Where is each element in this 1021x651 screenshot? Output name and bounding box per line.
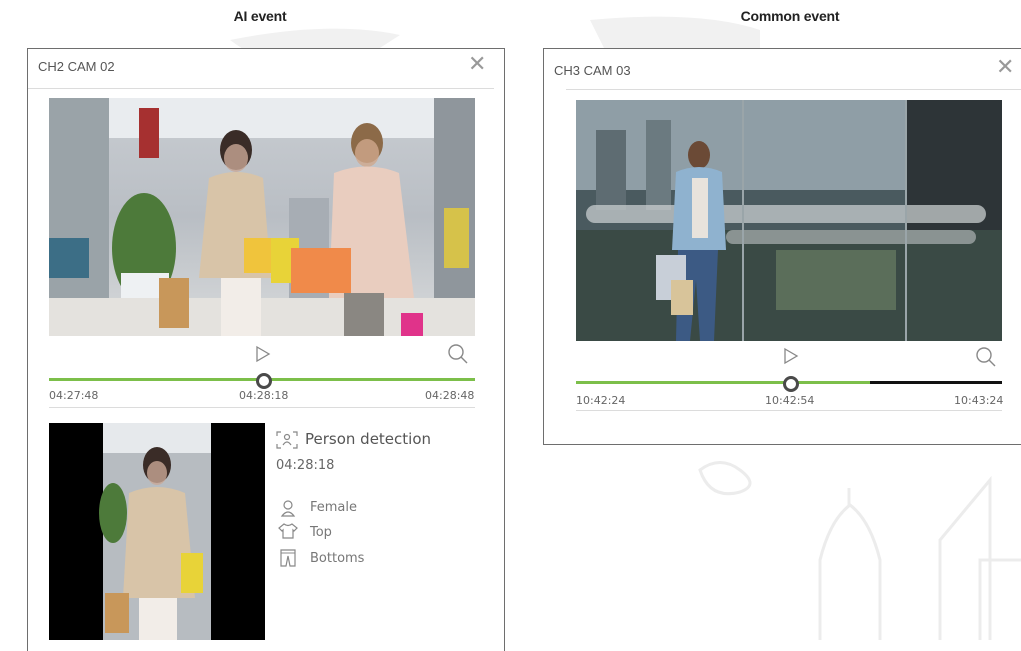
common-event-panel: CH3 CAM 03 ✕ 10:42:24 10:42:54 10:43:24 [543, 48, 1021, 445]
header-divider [28, 88, 494, 89]
person-crop-image [49, 423, 265, 640]
timeline-start: 04:27:48 [49, 389, 99, 402]
play-icon[interactable] [255, 345, 271, 368]
panel-title: CH3 CAM 03 [554, 63, 631, 78]
timeline-start: 10:42:24 [576, 394, 626, 407]
timeline-scrubber[interactable] [256, 373, 272, 389]
timeline-middle: 04:28:18 [239, 389, 289, 402]
caption-common-event: Common event [740, 8, 840, 24]
caption-ai-event: AI event [233, 8, 287, 24]
ai-event-panel: CH2 CAM 02 ✕ 04:27:48 04:28:18 04:28:48 … [27, 48, 505, 651]
close-icon[interactable]: ✕ [468, 54, 486, 76]
mall-scene-image [49, 98, 475, 336]
event-time: 04:28:18 [276, 458, 335, 473]
event-thumbnail[interactable] [49, 423, 265, 640]
attribute-top: Top [310, 525, 332, 540]
shirt-icon [278, 523, 298, 544]
timeline-scrubber[interactable] [783, 376, 799, 392]
person-icon [280, 499, 296, 522]
attribute-gender: Female [310, 500, 358, 515]
pants-icon [279, 549, 297, 572]
search-icon[interactable] [975, 346, 997, 373]
video-preview[interactable] [49, 98, 475, 336]
storefront-scene-image [576, 100, 1002, 341]
search-icon[interactable] [447, 343, 469, 370]
attribute-bottoms: Bottoms [310, 551, 365, 566]
timeline-end: 10:43:24 [954, 394, 1004, 407]
event-type-label: Person detection [305, 430, 432, 448]
header-divider [566, 89, 1021, 90]
timeline-end: 04:28:48 [425, 389, 475, 402]
timeline-middle: 10:42:54 [765, 394, 815, 407]
timeline-divider [576, 410, 1002, 411]
play-icon[interactable] [783, 347, 799, 370]
close-icon[interactable]: ✕ [996, 57, 1014, 79]
person-detection-icon [276, 431, 298, 454]
timeline-remaining[interactable] [870, 381, 1002, 384]
video-preview[interactable] [576, 100, 1002, 341]
timeline-played[interactable] [576, 381, 870, 384]
panel-title: CH2 CAM 02 [38, 59, 115, 74]
timeline-divider [49, 407, 475, 408]
